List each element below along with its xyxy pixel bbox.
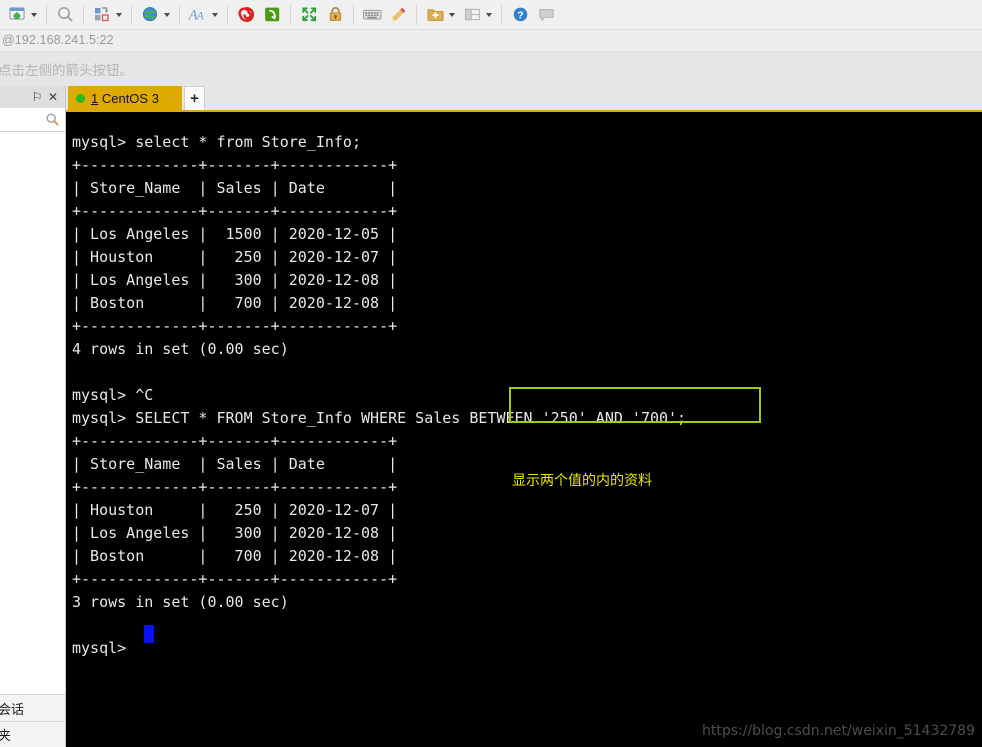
tab-bar: 1 CentOS 3 × + — [66, 86, 982, 110]
sync-button[interactable] — [259, 3, 285, 27]
terminal-cursor — [144, 625, 154, 643]
tab-name: CentOS 3 — [98, 90, 159, 106]
svg-text:?: ? — [517, 10, 523, 22]
pen-icon — [387, 4, 409, 26]
help-button[interactable]: ? — [507, 3, 533, 27]
chevron-down-icon[interactable] — [209, 4, 220, 26]
chevron-down-icon[interactable] — [113, 4, 124, 26]
spiral-icon — [235, 4, 257, 26]
help-icon: ? — [509, 4, 531, 26]
layout-button[interactable] — [459, 3, 496, 27]
sidebar-footer-item-sessions[interactable]: 会话 — [0, 699, 24, 718]
fullscreen-button[interactable] — [296, 3, 322, 27]
tab-centos-3[interactable]: 1 CentOS 3 × — [68, 86, 182, 110]
address-text: @192.168.241.5:22 — [2, 33, 114, 47]
font-button[interactable]: A A — [185, 3, 222, 27]
close-icon[interactable]: ✕ — [45, 89, 61, 105]
fullscreen-icon — [298, 4, 320, 26]
comment-button[interactable] — [533, 3, 559, 27]
sidebar-tree[interactable] — [0, 133, 65, 694]
toolbar-divider — [353, 4, 354, 25]
pin-icon[interactable]: ⚐ — [29, 89, 45, 105]
svg-text:A: A — [195, 9, 204, 23]
toolbar-divider — [83, 4, 84, 25]
search-button[interactable] — [52, 3, 78, 27]
hint-text: 点击左侧的箭头按钮。 — [0, 63, 133, 78]
keyboard-button[interactable] — [359, 3, 385, 27]
address-bar[interactable]: @192.168.241.5:22 — [0, 30, 982, 52]
toolbar-divider — [131, 4, 132, 25]
search-icon[interactable] — [45, 112, 61, 128]
session-manager-icon — [6, 4, 28, 26]
lock-button[interactable] — [322, 3, 348, 27]
annotation-text: 显示两个值的内的资料 — [512, 473, 652, 489]
lock-icon — [324, 4, 346, 26]
search-icon — [54, 4, 76, 26]
globe-button[interactable] — [137, 3, 174, 27]
new-tab-button[interactable]: + — [183, 86, 205, 110]
toolbar-divider — [416, 4, 417, 25]
toolbar-divider — [501, 4, 502, 25]
chevron-down-icon[interactable] — [483, 4, 494, 26]
sidebar-footer: 会话 夹 — [0, 694, 65, 747]
toolbar: A A ? — [0, 0, 982, 30]
new-folder-button[interactable] — [422, 3, 459, 27]
sidebar-header: ⚐ ✕ — [0, 86, 65, 108]
folder-plus-icon — [424, 4, 446, 26]
session-manager-button[interactable] — [4, 3, 41, 27]
chevron-down-icon[interactable] — [28, 4, 39, 26]
sidebar-panel: ⚐ ✕ 会话 夹 — [0, 86, 66, 747]
toolbar-divider — [290, 4, 291, 25]
terminal-pane[interactable]: mysql> select * from Store_Info; +------… — [66, 110, 982, 747]
toolbar-divider — [46, 4, 47, 25]
chevron-down-icon[interactable] — [446, 4, 457, 26]
sidebar-footer-item-folder[interactable]: 夹 — [0, 725, 11, 744]
tab-label: 1 CentOS 3 — [91, 91, 159, 106]
toolbar-divider — [227, 4, 228, 25]
sidebar-search-field[interactable] — [0, 108, 65, 132]
hint-bar: 点击左侧的箭头按钮。 — [0, 52, 982, 86]
transfer-icon — [91, 4, 113, 26]
sidebar-footer-divider — [0, 721, 64, 722]
connection-status-dot — [76, 93, 85, 103]
chevron-down-icon[interactable] — [161, 4, 172, 26]
tab-close-icon[interactable]: × — [169, 91, 176, 105]
watermark-text: https://blog.csdn.net/weixin_51432789 — [701, 723, 975, 739]
highlighter-button[interactable] — [385, 3, 411, 27]
sync-green-icon — [261, 4, 283, 26]
keyboard-icon — [361, 4, 383, 26]
layout-icon — [461, 4, 483, 26]
terminal-output: mysql> select * from Store_Info; +------… — [72, 133, 687, 657]
spiral-button[interactable] — [233, 3, 259, 27]
globe-icon — [139, 4, 161, 26]
toolbar-divider — [179, 4, 180, 25]
transfer-button[interactable] — [89, 3, 126, 27]
font-a-icon: A A — [187, 4, 209, 26]
comment-icon — [535, 4, 557, 26]
